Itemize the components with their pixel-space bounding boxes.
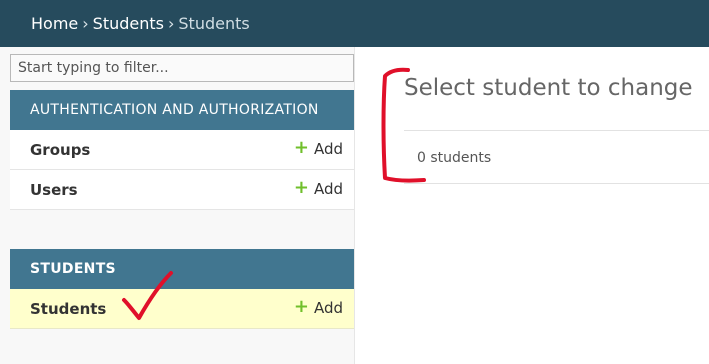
breadcrumb-separator: › <box>82 14 89 33</box>
students-add-link[interactable]: + Add <box>293 296 343 318</box>
divider <box>404 130 709 131</box>
add-label: Add <box>313 180 343 198</box>
sidebar-spacer <box>10 210 354 249</box>
divider <box>404 183 709 184</box>
sidebar-item-users: Users + Add <box>10 170 354 210</box>
add-label: Add <box>313 140 343 158</box>
users-add-link[interactable]: + Add <box>293 177 343 199</box>
breadcrumb: Home › Students › Students <box>31 14 250 33</box>
module-header-students[interactable]: STUDENTS <box>10 249 354 289</box>
breadcrumb-app-link[interactable]: Students <box>93 14 164 33</box>
module-header-auth[interactable]: AUTHENTICATION AND AUTHORIZATION <box>10 90 354 130</box>
groups-add-link[interactable]: + Add <box>293 137 343 159</box>
users-link[interactable]: Users <box>30 181 78 199</box>
breadcrumb-current: Students <box>178 14 250 33</box>
sidebar-item-students: Students + Add <box>10 289 354 329</box>
breadcrumb-separator: › <box>167 14 175 33</box>
sidebar-item-groups: Groups + Add <box>10 130 354 170</box>
red-checkmark-annotation <box>122 271 173 320</box>
page-title: Select student to change <box>404 75 693 101</box>
breadcrumb-home-link[interactable]: Home <box>31 14 78 33</box>
red-bracket-annotation <box>381 67 426 183</box>
students-link[interactable]: Students <box>30 300 106 318</box>
nav-filter-input[interactable] <box>10 54 354 82</box>
plus-icon: + <box>293 296 309 317</box>
groups-link[interactable]: Groups <box>30 141 90 159</box>
header-bar: Home › Students › Students <box>0 0 709 47</box>
plus-icon: + <box>293 137 309 158</box>
plus-icon: + <box>293 177 309 198</box>
add-label: Add <box>313 299 343 317</box>
